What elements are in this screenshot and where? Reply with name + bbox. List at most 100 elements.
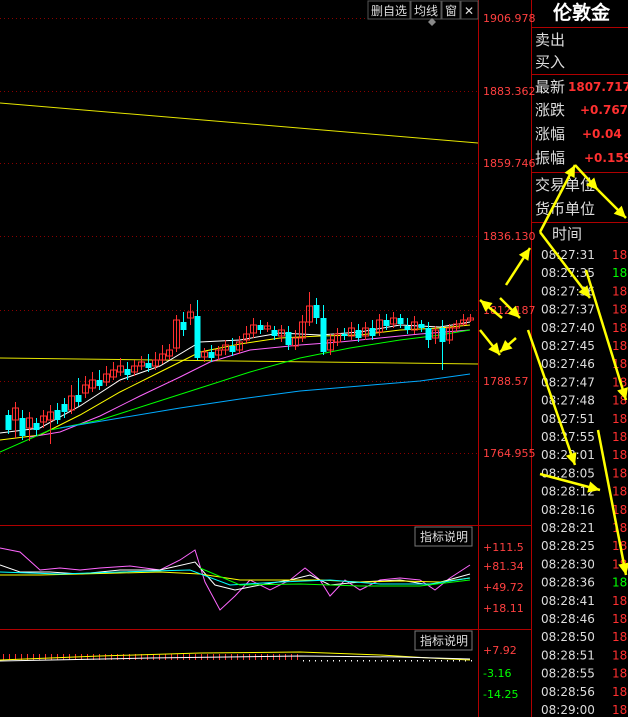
candle-body: [425, 328, 432, 340]
volume-bar: [459, 660, 460, 662]
trend-line: [0, 102, 479, 144]
price-tick-label: 1906.978: [483, 12, 536, 25]
candle-body: [194, 316, 201, 358]
latest-value: 1807.717: [568, 80, 628, 94]
volume-bar: [417, 660, 418, 662]
volume-axis: +7.92 -3.16 -14.25: [483, 644, 518, 701]
volume-bar: [159, 654, 160, 660]
vol-tick-label: -14.25: [483, 688, 518, 701]
candle-body: [5, 415, 12, 430]
price-tick-label: 1836.130: [483, 230, 536, 243]
volume-bar: [381, 660, 382, 662]
candle-body: [208, 352, 215, 358]
volume-bar: [393, 660, 394, 662]
tick-time: 08:29:00: [541, 703, 595, 717]
tick-price: 18: [612, 630, 627, 644]
tick-time: 08:27:31: [541, 248, 595, 262]
tick-time: 08:28:55: [541, 667, 595, 681]
tick-price: 18: [612, 685, 627, 699]
candle-body: [75, 395, 82, 402]
candle-body: [124, 369, 131, 375]
buy-label: 买入: [535, 53, 565, 71]
tick-price: 18: [612, 321, 627, 335]
tick-price: 18: [612, 266, 627, 280]
volume-bar: [357, 660, 358, 662]
candle-body: [257, 325, 264, 330]
tick-time: 08:28:25: [541, 539, 595, 553]
volume-bar: [321, 660, 322, 662]
volume-bar: [39, 654, 40, 660]
candle-body: [96, 380, 103, 386]
volume-bar: [339, 660, 340, 662]
tick-time: 08:28:16: [541, 503, 595, 517]
volume-bar: [351, 660, 352, 662]
watchlist-button-label: 删自选: [371, 4, 407, 18]
volume-bar: [315, 660, 316, 662]
volume-bar: [45, 654, 46, 660]
chart-canvas: 删自选 均线 窗 ✕ 1906.978 1883.362 1859.746 1836.…: [0, 0, 628, 717]
arrow-head: [518, 248, 530, 261]
amp-value: +0.159: [584, 151, 628, 165]
volume-bars: [0, 651, 472, 662]
tick-time: 08:28:51: [541, 648, 595, 662]
volume-bar: [405, 660, 406, 662]
oscillator-axis: +111.5 +81.34 +49.72 +18.11: [483, 541, 524, 615]
tick-time: 08:28:46: [541, 612, 595, 626]
volume-bar: [441, 660, 442, 662]
price-axis: 1906.9781883.3621859.7461836.1301812.187…: [483, 12, 536, 460]
price-tick-label: 1883.362: [483, 85, 536, 98]
toolbar: 删自选 均线 窗 ✕: [367, 0, 479, 26]
candle-body: [397, 318, 404, 324]
candle-body: [54, 410, 61, 420]
tick-price: 18: [612, 303, 627, 317]
volume-bar: [9, 654, 10, 660]
volume-bar: [387, 660, 388, 662]
osc-tick-label: +49.72: [483, 581, 524, 594]
tick-price: 18: [612, 667, 627, 681]
tick-price: 18: [612, 521, 627, 535]
candle-body: [285, 332, 292, 345]
tick-price: 18: [612, 430, 627, 444]
tick-time: 08:27:37: [541, 303, 595, 317]
tick-price: 18: [612, 466, 627, 480]
candle-body: [383, 320, 390, 326]
candle-body: [313, 305, 320, 318]
sell-label: 卖出: [535, 31, 565, 49]
candle-body: [418, 324, 425, 328]
tick-price: 18: [612, 339, 627, 353]
candle-body: [404, 326, 411, 330]
tick-time: 08:27:51: [541, 412, 595, 426]
volume-bar: [3, 654, 4, 660]
candle-body: [341, 334, 348, 336]
candle-body: [271, 330, 278, 336]
volume-bar: [399, 660, 400, 662]
tick-price: 18: [612, 703, 627, 717]
panel-title: 伦敦金: [553, 1, 611, 24]
volume-bar: [171, 654, 172, 660]
tick-time: 08:28:41: [541, 594, 595, 608]
volume-bar: [183, 654, 184, 660]
vol-tick-label: -3.16: [483, 667, 511, 680]
candle-body: [33, 423, 40, 430]
latest-label: 最新: [535, 78, 565, 96]
change-label: 涨跌: [535, 101, 565, 119]
tick-price: 18: [612, 612, 627, 626]
tick-price: 18: [612, 594, 627, 608]
volume-bar: [333, 660, 334, 662]
vol-tick-label: +7.92: [483, 644, 517, 657]
volume-bar: [447, 660, 448, 662]
volume-bar: [57, 654, 58, 660]
tick-price: 18: [612, 485, 627, 499]
candle-body: [61, 404, 68, 412]
window-button-label: 窗: [445, 4, 457, 18]
volume-bar: [411, 660, 412, 662]
oscillator-lines: [0, 547, 471, 611]
tick-price: 18: [612, 648, 627, 662]
tick-time: 08:27:46: [541, 357, 595, 371]
volume-bar: [273, 654, 274, 660]
candle-body: [180, 322, 187, 330]
indicator-help-label-1: 指标说明: [420, 529, 468, 544]
tick-price: 18: [612, 412, 627, 426]
volume-bar: [51, 654, 52, 660]
currency-label: 货币单位: [535, 200, 595, 218]
